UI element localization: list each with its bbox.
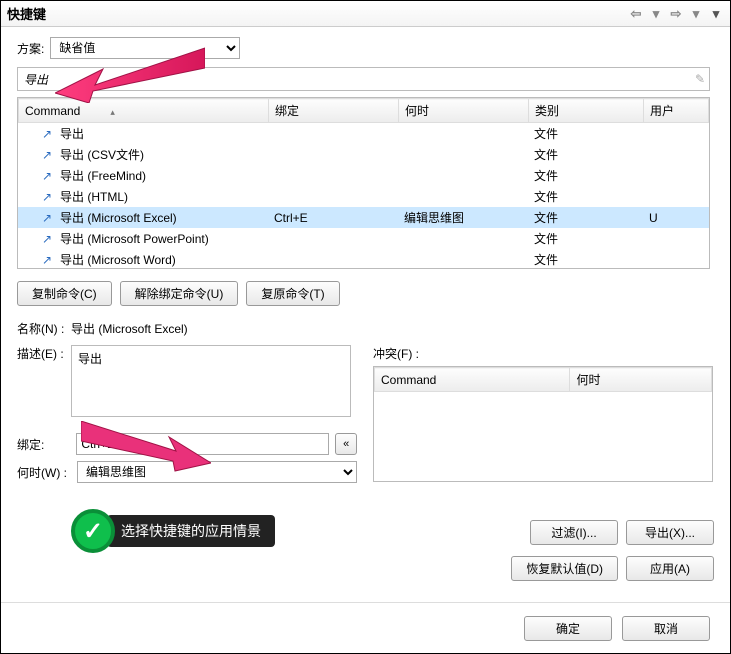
table-row[interactable]: ↗导出 (Microsoft PowerPoint)文件	[18, 228, 709, 249]
copy-command-button[interactable]: 复制命令(C)	[17, 281, 112, 306]
title-text: 快捷键	[7, 4, 46, 23]
col-command[interactable]: Command▴	[19, 99, 269, 123]
when-label: 何时(W) :	[17, 464, 71, 481]
scheme-select[interactable]: 缺省值	[50, 37, 240, 59]
name-label: 名称(N) :	[17, 320, 71, 337]
cancel-button[interactable]: 取消	[622, 616, 710, 641]
apply-button[interactable]: 应用(A)	[626, 556, 714, 581]
selected-name: 导出 (Microsoft Excel)	[71, 320, 188, 337]
export-icon: ↗	[42, 127, 56, 141]
desc-label: 描述(E) :	[17, 345, 71, 362]
conflict-table[interactable]: Command 何时	[373, 366, 713, 482]
filter-button[interactable]: 过滤(I)...	[530, 520, 618, 545]
separator	[1, 602, 730, 603]
col-category[interactable]: 类别	[529, 99, 644, 123]
table-row[interactable]: ↗导出 (FreeMind)文件	[18, 165, 709, 186]
export-icon: ↗	[42, 232, 56, 246]
nav-back-icon[interactable]: ⇦	[628, 6, 644, 22]
commands-table[interactable]: Command▴ 绑定 何时 类别 用户 ↗导出文件↗导出 (CSV文件)文件↗…	[17, 97, 710, 269]
titlebar: 快捷键 ⇦ ▾ ⇨ ▾ ▾	[1, 1, 730, 27]
col-user[interactable]: 用户	[644, 99, 709, 123]
table-row[interactable]: ↗导出 (Microsoft Word)文件	[18, 249, 709, 268]
export-icon: ↗	[42, 169, 56, 183]
restore-command-button[interactable]: 复原命令(T)	[246, 281, 339, 306]
binding-input[interactable]	[76, 433, 329, 455]
clear-filter-icon[interactable]: ✎	[691, 72, 709, 86]
description-box: 导出	[71, 345, 351, 417]
nav-fwd-menu-icon[interactable]: ▾	[688, 6, 704, 22]
table-row[interactable]: ↗导出 (HTML)文件	[18, 186, 709, 207]
binding-helper-button[interactable]: «	[335, 433, 357, 455]
conflict-label: 冲突(F) :	[373, 345, 714, 362]
nav-menu-icon[interactable]: ▾	[708, 6, 724, 22]
nav-icons: ⇦ ▾ ⇨ ▾ ▾	[628, 6, 724, 22]
binding-label: 绑定:	[17, 436, 70, 453]
export-button[interactable]: 导出(X)...	[626, 520, 714, 545]
scheme-label: 方案:	[17, 40, 44, 57]
export-icon: ↗	[42, 211, 56, 225]
annotation-badge: ✓ 选择快捷键的应用情景	[71, 509, 275, 553]
restore-defaults-button[interactable]: 恢复默认值(D)	[511, 556, 618, 581]
nav-fwd-icon[interactable]: ⇨	[668, 6, 684, 22]
when-select[interactable]: 编辑思维图	[77, 461, 357, 483]
col-when[interactable]: 何时	[399, 99, 529, 123]
unbind-command-button[interactable]: 解除绑定命令(U)	[120, 281, 239, 306]
export-icon: ↗	[42, 148, 56, 162]
table-row[interactable]: ↗导出 (Microsoft Excel)Ctrl+E编辑思维图文件U	[18, 207, 709, 228]
conflict-col-when[interactable]: 何时	[570, 368, 712, 392]
nav-back-menu-icon[interactable]: ▾	[648, 6, 664, 22]
ok-button[interactable]: 确定	[524, 616, 612, 641]
export-icon: ↗	[42, 190, 56, 204]
filter-box[interactable]: ✎	[17, 67, 710, 91]
export-icon: ↗	[42, 253, 56, 267]
conflict-col-command[interactable]: Command	[375, 368, 570, 392]
sort-asc-icon: ▴	[110, 107, 115, 117]
table-row[interactable]: ↗导出 (CSV文件)文件	[18, 144, 709, 165]
table-row[interactable]: ↗导出文件	[18, 123, 709, 144]
check-icon: ✓	[71, 509, 115, 553]
col-binding[interactable]: 绑定	[269, 99, 399, 123]
table-header-row[interactable]: Command▴ 绑定 何时 类别 用户	[19, 99, 709, 123]
description-text: 导出	[78, 352, 102, 366]
annotation-text: 选择快捷键的应用情景	[107, 515, 275, 547]
filter-input[interactable]	[18, 68, 691, 90]
